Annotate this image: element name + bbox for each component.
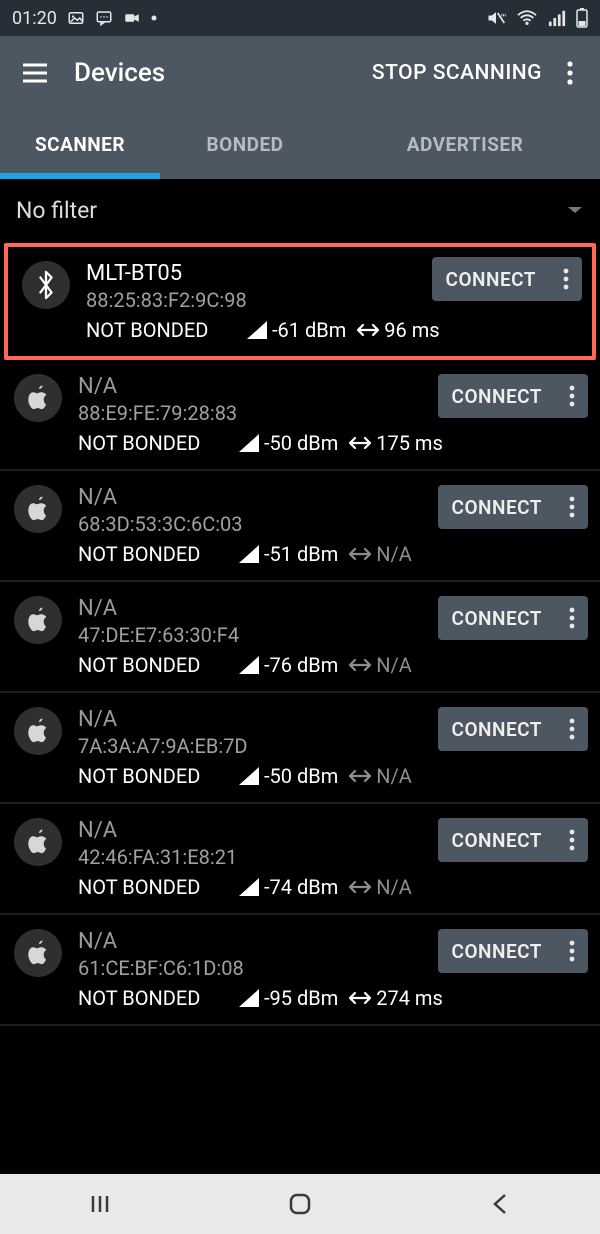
connect-group: CONNECT <box>438 818 588 862</box>
device-row[interactable]: MLT-BT0588:25:83:F2:9C:98NOT BONDED-61 d… <box>4 243 596 360</box>
tab-label: ADVERTISER <box>407 133 524 156</box>
more-dot-icon <box>151 15 157 21</box>
status-time: 01:20 <box>12 8 57 29</box>
more-vert-icon <box>569 718 575 740</box>
device-row[interactable]: N/A7A:3A:A7:9A:EB:7DNOT BONDED-50 dBmN/A… <box>0 693 600 804</box>
connect-button[interactable]: CONNECT <box>438 707 556 751</box>
device-bond-status: NOT BONDED <box>78 875 228 899</box>
tab-bar: SCANNER BONDED ADVERTISER <box>0 109 600 179</box>
status-bar: 01:20 <box>0 0 600 36</box>
tab-label: SCANNER <box>35 133 125 156</box>
connect-group: CONNECT <box>432 257 582 301</box>
hamburger-icon <box>21 62 49 84</box>
signal-icon <box>548 9 566 27</box>
system-nav-bar <box>0 1174 600 1234</box>
connect-button[interactable]: CONNECT <box>438 818 556 862</box>
device-row[interactable]: N/A68:3D:53:3C:6C:03NOT BONDED-51 dBmN/A… <box>0 471 600 582</box>
device-rssi: -76 dBm <box>238 653 338 677</box>
app-title: Devices <box>74 58 372 88</box>
menu-button[interactable] <box>14 62 56 84</box>
home-button[interactable] <box>270 1191 330 1217</box>
connect-more-button[interactable] <box>550 257 582 301</box>
device-interval: 274 ms <box>348 986 443 1010</box>
connect-group: CONNECT <box>438 374 588 418</box>
video-icon <box>123 9 141 27</box>
device-interval: 175 ms <box>348 431 443 455</box>
app-bar: Devices STOP SCANNING <box>0 36 600 109</box>
connect-button[interactable]: CONNECT <box>438 374 556 418</box>
device-rssi: -50 dBm <box>238 764 338 788</box>
bluetooth-icon <box>22 261 70 309</box>
overflow-menu-button[interactable] <box>554 61 586 85</box>
connect-group: CONNECT <box>438 929 588 973</box>
apple-icon <box>14 818 62 866</box>
image-icon <box>67 9 85 27</box>
tab-scanner[interactable]: SCANNER <box>0 109 160 179</box>
connect-more-button[interactable] <box>556 818 588 862</box>
device-interval: N/A <box>348 764 412 788</box>
device-row[interactable]: N/A88:E9:FE:79:28:83NOT BONDED-50 dBm175… <box>0 360 600 471</box>
wifi-icon <box>516 9 538 27</box>
device-rssi: -50 dBm <box>238 431 338 455</box>
connect-group: CONNECT <box>438 596 588 640</box>
device-list[interactable]: MLT-BT0588:25:83:F2:9C:98NOT BONDED-61 d… <box>0 243 600 1026</box>
device-bond-status: NOT BONDED <box>78 764 228 788</box>
more-vert-icon <box>569 385 575 407</box>
apple-icon <box>14 485 62 533</box>
filter-label: No filter <box>16 197 97 224</box>
connect-group: CONNECT <box>438 707 588 751</box>
chevron-down-icon <box>566 204 584 216</box>
connect-button[interactable]: CONNECT <box>432 257 550 301</box>
connect-button[interactable]: CONNECT <box>438 929 556 973</box>
tab-advertiser[interactable]: ADVERTISER <box>330 109 600 179</box>
tab-label: BONDED <box>206 133 283 156</box>
apple-icon <box>14 596 62 644</box>
connect-button[interactable]: CONNECT <box>438 596 556 640</box>
tab-bonded[interactable]: BONDED <box>160 109 330 179</box>
filter-row[interactable]: No filter <box>0 179 600 241</box>
battery-icon <box>576 8 588 28</box>
connect-more-button[interactable] <box>556 707 588 751</box>
device-bond-status: NOT BONDED <box>86 318 236 342</box>
connect-more-button[interactable] <box>556 929 588 973</box>
device-row[interactable]: N/A47:DE:E7:63:30:F4NOT BONDED-76 dBmN/A… <box>0 582 600 693</box>
connect-group: CONNECT <box>438 485 588 529</box>
more-vert-icon <box>569 607 575 629</box>
device-row[interactable]: N/A42:46:FA:31:E8:21NOT BONDED-74 dBmN/A… <box>0 804 600 915</box>
device-bond-status: NOT BONDED <box>78 431 228 455</box>
device-interval: N/A <box>348 653 412 677</box>
connect-button[interactable]: CONNECT <box>438 485 556 529</box>
device-interval: 96 ms <box>356 318 439 342</box>
home-icon <box>287 1191 313 1217</box>
device-interval: N/A <box>348 875 412 899</box>
device-rssi: -51 dBm <box>238 542 338 566</box>
device-interval: N/A <box>348 542 412 566</box>
recents-icon <box>88 1192 112 1216</box>
device-rssi: -74 dBm <box>238 875 338 899</box>
device-row[interactable]: N/A61:CE:BF:C6:1D:08NOT BONDED-95 dBm274… <box>0 915 600 1026</box>
more-vert-icon <box>567 61 573 85</box>
connect-more-button[interactable] <box>556 374 588 418</box>
more-vert-icon <box>563 268 569 290</box>
more-vert-icon <box>569 496 575 518</box>
apple-icon <box>14 929 62 977</box>
device-bond-status: NOT BONDED <box>78 986 228 1010</box>
more-vert-icon <box>569 829 575 851</box>
apple-icon <box>14 374 62 422</box>
device-bond-status: NOT BONDED <box>78 653 228 677</box>
mute-icon <box>486 9 506 27</box>
device-rssi: -61 dBm <box>246 318 346 342</box>
device-bond-status: NOT BONDED <box>78 542 228 566</box>
stop-scanning-button[interactable]: STOP SCANNING <box>372 61 542 85</box>
connect-more-button[interactable] <box>556 485 588 529</box>
chat-icon <box>95 9 113 27</box>
apple-icon <box>14 707 62 755</box>
recents-button[interactable] <box>70 1192 130 1216</box>
connect-more-button[interactable] <box>556 596 588 640</box>
more-vert-icon <box>569 940 575 962</box>
device-rssi: -95 dBm <box>238 986 338 1010</box>
back-button[interactable] <box>470 1191 530 1217</box>
back-icon <box>490 1191 510 1217</box>
